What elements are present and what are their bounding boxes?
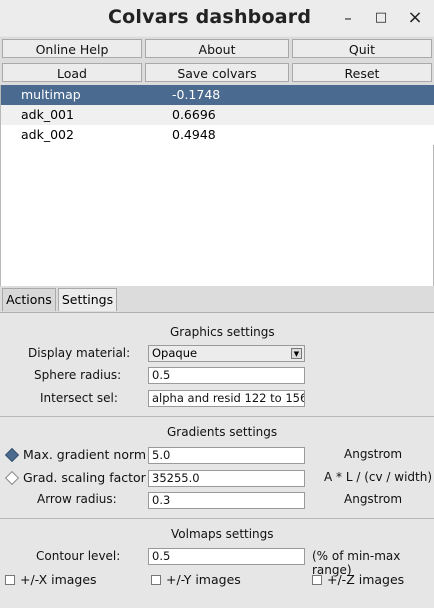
about-button[interactable]: About — [145, 39, 289, 58]
contour-level-label: Contour level: — [36, 549, 121, 563]
divider — [0, 518, 434, 519]
z-images-checkbox[interactable] — [312, 575, 322, 585]
window-title: Colvars dashboard — [108, 6, 312, 28]
intersect-sel-input[interactable]: alpha and resid 122 to 156 — [148, 390, 305, 407]
load-button[interactable]: Load — [2, 63, 142, 82]
minimize-icon[interactable]: – — [338, 8, 358, 28]
table-row[interactable]: multimap -0.1748 — [1, 85, 434, 105]
y-images-label: +/-Y images — [166, 572, 241, 587]
arrow-radius-label: Arrow radius: — [37, 492, 117, 506]
z-images-label: +/-Z images — [327, 572, 405, 587]
max-norm-radio[interactable] — [4, 447, 20, 463]
save-colvars-button[interactable]: Save colvars — [145, 63, 289, 82]
chevron-down-icon: ▼ — [291, 348, 302, 359]
sphere-radius-input[interactable]: 0.5 — [148, 367, 305, 384]
button-row-1: Online Help About Quit — [0, 37, 434, 61]
sphere-radius-label: Sphere radius: — [34, 368, 122, 382]
settings-panel: Graphics settings Display material: Opaq… — [0, 312, 434, 608]
divider — [0, 416, 434, 417]
graphics-settings-title: Graphics settings — [170, 325, 275, 339]
title-bar: Colvars dashboard – □ × — [0, 0, 434, 36]
close-icon[interactable]: × — [405, 8, 425, 28]
table-row[interactable]: adk_002 0.4948 — [1, 125, 434, 145]
contour-level-input[interactable]: 0.5 — [148, 548, 305, 565]
table-row[interactable]: adk_001 0.6696 — [1, 105, 434, 125]
scaling-factor-label: Grad. scaling factor — [23, 470, 146, 485]
colvar-list[interactable]: multimap -0.1748 adk_001 0.6696 adk_002 … — [0, 85, 434, 286]
colvar-value: -0.1748 — [172, 87, 221, 102]
colvar-value: 0.6696 — [172, 107, 216, 122]
colvar-name: adk_002 — [21, 127, 74, 142]
volmaps-settings-title: Volmaps settings — [171, 527, 274, 541]
scaling-factor-radio[interactable] — [4, 470, 20, 486]
display-material-label: Display material: — [28, 346, 131, 360]
tab-actions[interactable]: Actions — [2, 288, 56, 311]
colvar-value: 0.4948 — [172, 127, 216, 142]
display-material-select[interactable]: Opaque ▼ — [148, 345, 305, 362]
gradients-settings-title: Gradients settings — [167, 425, 278, 439]
x-images-checkbox[interactable] — [5, 575, 15, 585]
online-help-button[interactable]: Online Help — [2, 39, 142, 58]
quit-button[interactable]: Quit — [292, 39, 432, 58]
colvar-name: adk_001 — [21, 107, 74, 122]
tab-settings[interactable]: Settings — [58, 288, 117, 311]
maximize-icon[interactable]: □ — [371, 8, 391, 28]
tab-bar: Actions Settings — [0, 286, 434, 312]
x-images-label: +/-X images — [20, 572, 97, 587]
max-norm-label: Max. gradient norm — [23, 447, 147, 462]
colvar-name: multimap — [21, 87, 81, 102]
display-material-value: Opaque — [152, 346, 198, 360]
button-row-2: Load Save colvars Reset — [0, 61, 434, 85]
max-norm-input[interactable]: 5.0 — [148, 447, 305, 464]
scaling-factor-unit: A * L / (cv / width) — [324, 470, 433, 484]
intersect-sel-label: Intersect sel: — [40, 391, 118, 405]
scaling-factor-input[interactable]: 35255.0 — [148, 470, 305, 487]
arrow-radius-input[interactable]: 0.3 — [148, 492, 305, 509]
arrow-radius-unit: Angstrom — [344, 492, 403, 506]
max-norm-unit: Angstrom — [344, 447, 403, 461]
y-images-checkbox[interactable] — [151, 575, 161, 585]
reset-button[interactable]: Reset — [292, 63, 432, 82]
